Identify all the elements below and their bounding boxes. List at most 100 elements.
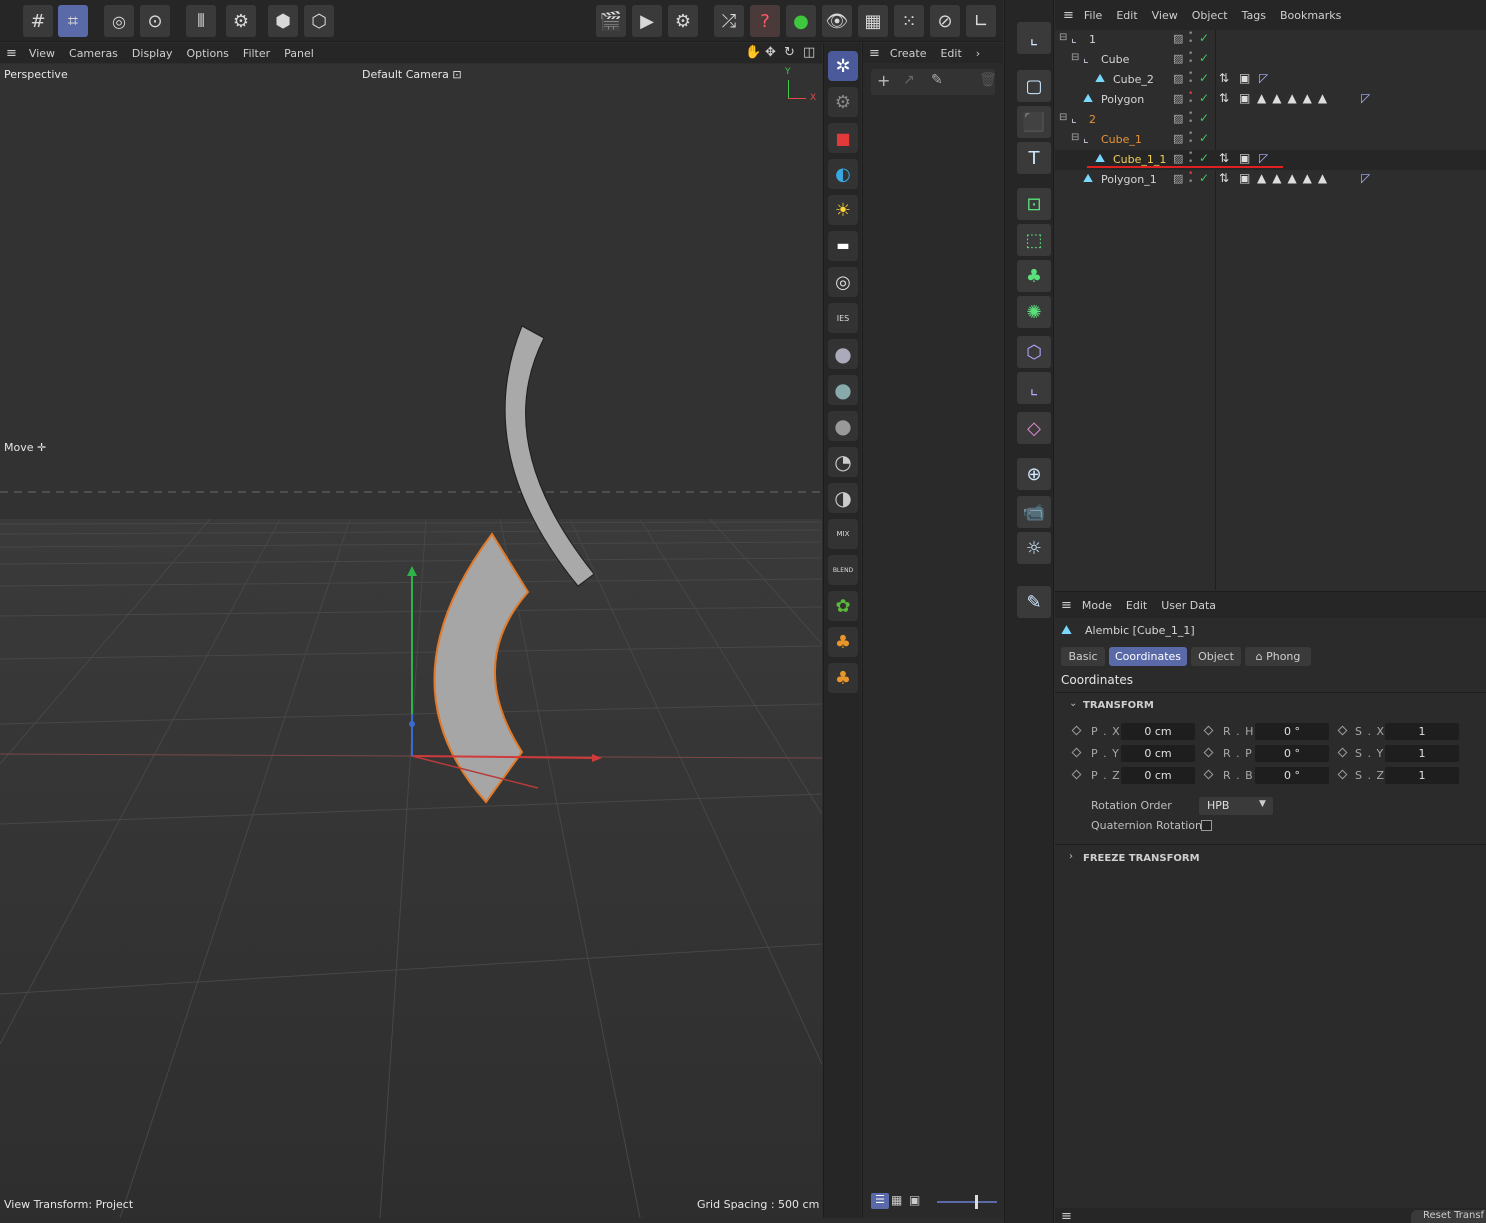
large-view-icon[interactable]: ▣ bbox=[909, 1193, 920, 1207]
spot-light-icon[interactable]: ◎ bbox=[828, 267, 858, 297]
glossy-material-icon[interactable]: ● bbox=[828, 375, 858, 405]
eyedropper-icon[interactable]: ✎ bbox=[931, 72, 943, 88]
object-name[interactable]: Cube bbox=[1101, 53, 1129, 66]
enabled-check-icon[interactable]: ✓ bbox=[1199, 111, 1209, 125]
extrude-icon[interactable]: ⬚ bbox=[1017, 224, 1051, 256]
visibility-dots-icon[interactable]: • • bbox=[1188, 130, 1193, 147]
scatter-icon[interactable]: ✿ bbox=[828, 591, 858, 621]
symmetry-icon[interactable]: ⫴ bbox=[186, 5, 216, 37]
object-name[interactable]: 2 bbox=[1089, 113, 1096, 126]
keyframe-diamond-icon[interactable] bbox=[1203, 725, 1214, 736]
menu-options[interactable]: Options bbox=[186, 47, 228, 60]
grid-view-icon[interactable]: ▦ bbox=[891, 1193, 902, 1207]
sun-light-icon[interactable]: ☀ bbox=[828, 195, 858, 225]
layer-icon[interactable]: ▨ bbox=[1173, 32, 1183, 45]
help-icon[interactable]: ? bbox=[750, 5, 780, 37]
material-tags-icon[interactable]: ▲▲▲▲▲ bbox=[1257, 171, 1333, 185]
soft-selection-icon[interactable]: ◎ bbox=[104, 5, 134, 37]
layer-icon[interactable]: ▨ bbox=[1173, 72, 1183, 85]
checker-icon[interactable]: ▦ bbox=[858, 5, 888, 37]
stage-light-icon[interactable]: ☼ bbox=[1017, 532, 1051, 564]
tree-alt-icon[interactable]: ♣ bbox=[828, 663, 858, 693]
enabled-check-icon[interactable]: ✓ bbox=[1199, 31, 1209, 45]
menu-edit[interactable]: Edit bbox=[1116, 9, 1137, 22]
menu-cameras[interactable]: Cameras bbox=[69, 47, 118, 60]
object-name[interactable]: Cube_2 bbox=[1113, 73, 1154, 86]
axis-corner-icon[interactable]: ∟ bbox=[966, 5, 996, 37]
effector-icon[interactable]: ✺ bbox=[1017, 296, 1051, 328]
position-z-field[interactable]: 0 cm bbox=[1121, 767, 1195, 784]
quaternion-checkbox[interactable] bbox=[1201, 820, 1212, 831]
visibility-dots-icon[interactable]: • • bbox=[1188, 170, 1193, 187]
collapse-toggle-icon[interactable]: ⊟ bbox=[1071, 132, 1079, 143]
constraint-tag-icon[interactable]: ⇅ bbox=[1219, 91, 1229, 105]
constraint-tag-icon[interactable]: ⇅ bbox=[1219, 71, 1229, 85]
scale-y-field[interactable]: 1 bbox=[1385, 745, 1459, 762]
menu-edit[interactable]: Edit bbox=[940, 47, 961, 60]
sky-object-icon[interactable]: ⊕ bbox=[1017, 458, 1051, 490]
keyframe-diamond-icon[interactable] bbox=[1071, 747, 1082, 758]
render-view-icon[interactable]: ▶ bbox=[632, 5, 662, 37]
arrow-icon[interactable]: ↗ bbox=[903, 72, 915, 88]
selection-tag-icon[interactable]: ◸ bbox=[1361, 91, 1370, 105]
object-row[interactable]: ⛰ Polygon_1 ▨ • • ✓ ⇅ ▣ ▲▲▲▲▲ ◸ bbox=[1055, 170, 1486, 190]
visibility-dots-icon[interactable]: • • bbox=[1188, 150, 1193, 167]
keyframe-diamond-icon[interactable] bbox=[1337, 747, 1348, 758]
object-name[interactable]: Cube_1_1 bbox=[1113, 153, 1166, 166]
disable-icon[interactable]: ⊘ bbox=[930, 5, 960, 37]
menu-bookmarks[interactable]: Bookmarks bbox=[1280, 9, 1341, 22]
diffuse-material-icon[interactable]: ● bbox=[828, 339, 858, 369]
menu-create[interactable]: Create bbox=[890, 47, 927, 60]
selection-tag-icon[interactable]: ◸ bbox=[1259, 71, 1268, 85]
zoom-slider[interactable] bbox=[937, 1201, 997, 1203]
rectangle-spline-icon[interactable]: ▢ bbox=[1017, 70, 1051, 102]
rotation-b-field[interactable]: 0 ° bbox=[1255, 767, 1329, 784]
constraint-tag-icon[interactable]: ⇅ bbox=[1219, 151, 1229, 165]
specular-material-icon[interactable]: ● bbox=[828, 411, 858, 441]
chevron-right-icon[interactable]: › bbox=[1069, 851, 1073, 862]
collapse-toggle-icon[interactable]: ⊟ bbox=[1059, 32, 1067, 43]
environment-icon[interactable]: ◐ bbox=[828, 159, 858, 189]
target-icon[interactable]: ⊙ bbox=[140, 5, 170, 37]
pan-hand-icon[interactable]: ✋ bbox=[745, 45, 761, 60]
keyframe-diamond-icon[interactable] bbox=[1337, 725, 1348, 736]
reset-transform-button[interactable]: Reset Transf bbox=[1411, 1210, 1486, 1223]
enabled-check-icon[interactable]: ✓ bbox=[1199, 131, 1209, 145]
text-icon[interactable]: T bbox=[1017, 142, 1051, 174]
rotation-p-field[interactable]: 0 ° bbox=[1255, 745, 1329, 762]
layer-icon[interactable]: ▨ bbox=[1173, 112, 1183, 125]
object-name[interactable]: Polygon_1 bbox=[1101, 173, 1157, 186]
scale-z-field[interactable]: 1 bbox=[1385, 767, 1459, 784]
green-sphere-icon[interactable]: ● bbox=[786, 5, 816, 37]
keyframe-diamond-icon[interactable] bbox=[1203, 747, 1214, 758]
object-row[interactable]: ⊟ ⌞ 1 ▨ • • ✓ bbox=[1055, 30, 1486, 50]
add-icon[interactable]: + bbox=[877, 71, 890, 90]
selection-tag-icon[interactable]: ◸ bbox=[1259, 151, 1268, 165]
3d-viewport[interactable]: Perspective Default Camera ⊡ Move ✛ View… bbox=[0, 64, 822, 1218]
enabled-check-icon[interactable]: ✓ bbox=[1199, 71, 1209, 85]
orbit-icon[interactable]: ↻ bbox=[784, 45, 795, 60]
collapse-toggle-icon[interactable]: ⊟ bbox=[1059, 112, 1067, 123]
grid-snap-icon[interactable]: # bbox=[23, 5, 53, 37]
layer-icon[interactable]: ▨ bbox=[1173, 52, 1183, 65]
layer-icon[interactable]: ▨ bbox=[1173, 92, 1183, 105]
tab-coordinates[interactable]: Coordinates bbox=[1109, 647, 1187, 666]
chevron-down-icon[interactable]: ⌄ bbox=[1069, 698, 1077, 709]
cloner-icon[interactable]: ♣ bbox=[1017, 260, 1051, 292]
area-light-icon[interactable]: ▬ bbox=[828, 231, 858, 261]
visibility-dots-icon[interactable]: • • bbox=[1188, 90, 1193, 107]
tab-phong[interactable]: ⌂ Phong bbox=[1245, 647, 1311, 666]
menu-mode[interactable]: Mode bbox=[1082, 599, 1112, 612]
projection-label[interactable]: Perspective bbox=[4, 68, 68, 81]
menu-more-chevron[interactable]: › bbox=[976, 47, 980, 60]
layer-icon[interactable]: ▨ bbox=[1173, 132, 1183, 145]
symmetry-settings-icon[interactable]: ⚙ bbox=[226, 5, 256, 37]
camera-icon[interactable]: ■ bbox=[828, 123, 858, 153]
tree-icon[interactable]: ♣ bbox=[828, 627, 858, 657]
camera-label[interactable]: Default Camera ⊡ bbox=[362, 68, 462, 81]
rotation-order-dropdown[interactable]: HPB ▼ bbox=[1199, 797, 1273, 815]
compositing-tag-icon[interactable]: ▣ bbox=[1239, 71, 1250, 85]
scale-x-field[interactable]: 1 bbox=[1385, 723, 1459, 740]
hexagon-icon[interactable]: ⬢ bbox=[268, 5, 298, 37]
rotation-h-field[interactable]: 0 ° bbox=[1255, 723, 1329, 740]
